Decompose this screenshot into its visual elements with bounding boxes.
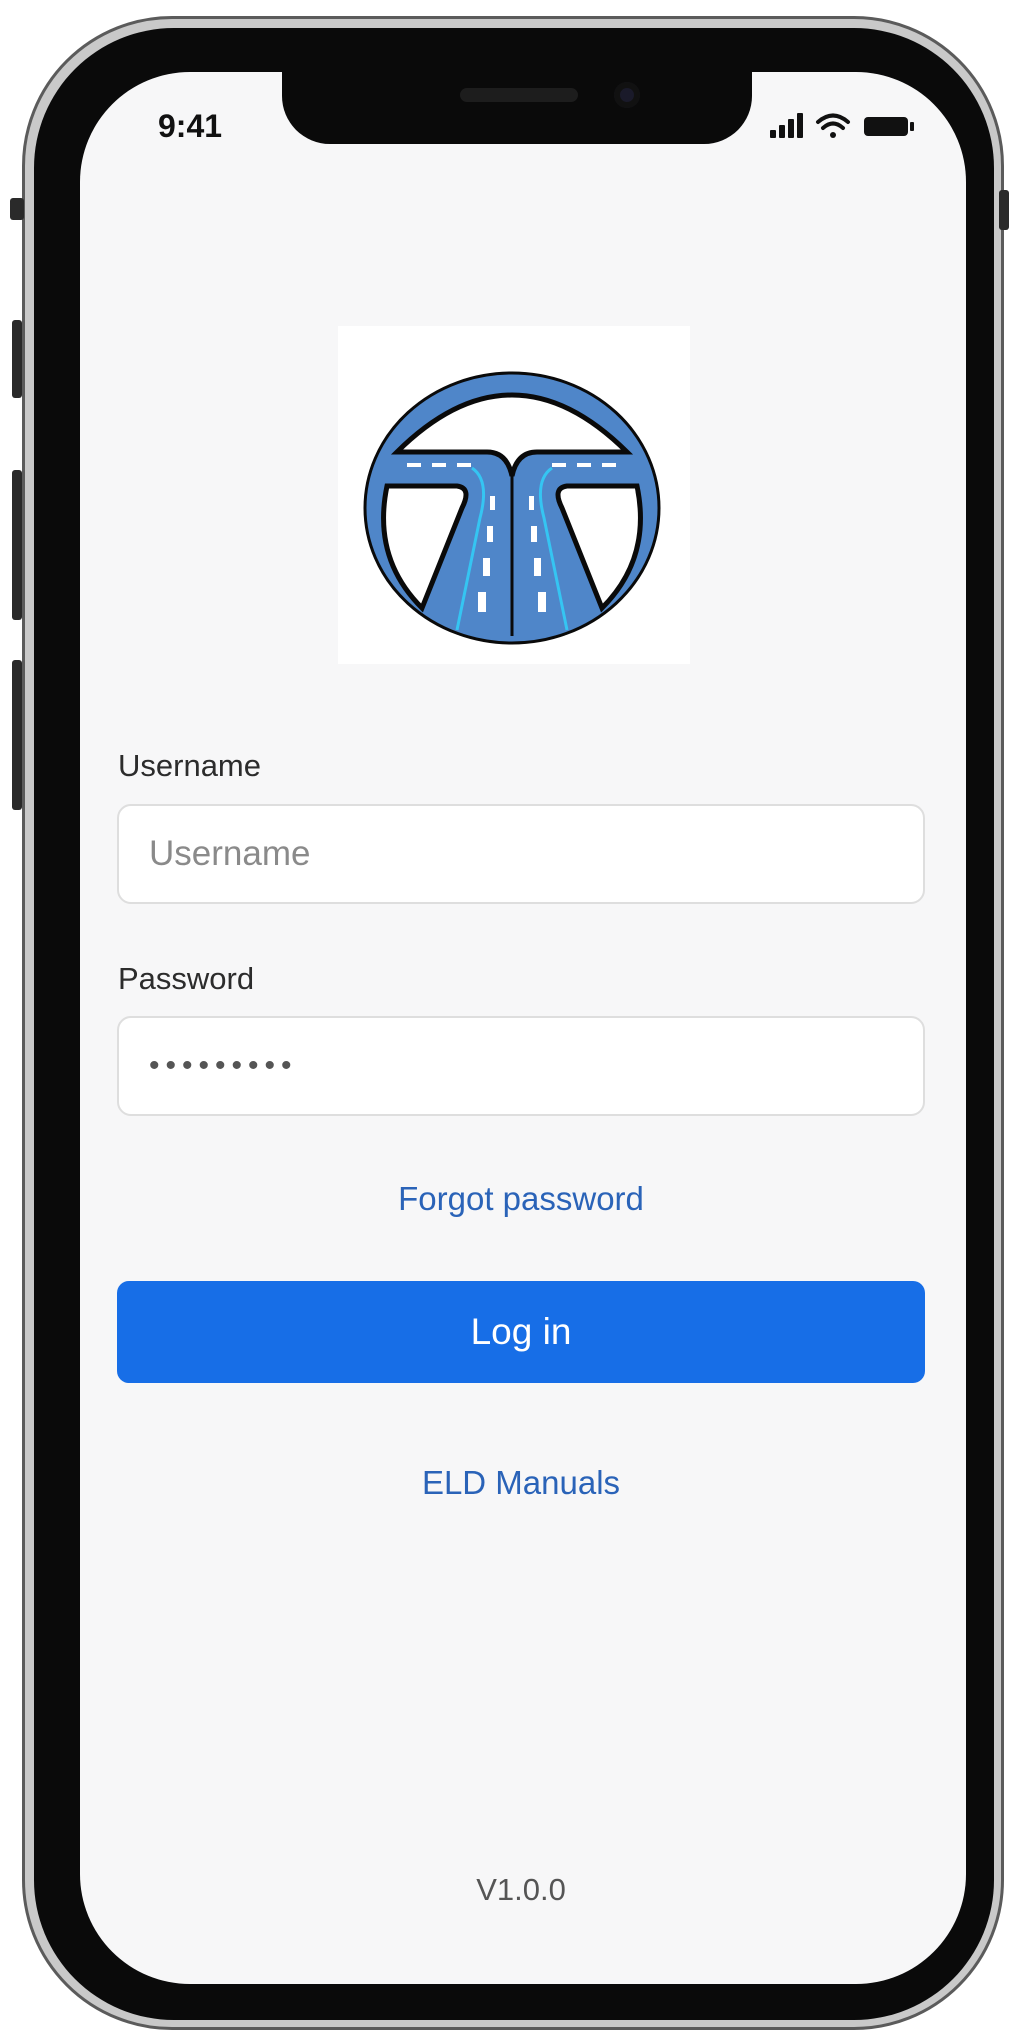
- username-label: Username: [118, 748, 261, 783]
- volume-up-button: [12, 320, 22, 398]
- battery-icon: [864, 117, 914, 136]
- login-button[interactable]: Log in: [117, 1281, 925, 1383]
- silent-switch: [10, 198, 24, 220]
- status-time: 9:41: [158, 108, 223, 144]
- password-input[interactable]: [117, 1016, 925, 1116]
- road-logo: [363, 371, 661, 645]
- forgot-password-link[interactable]: Forgot password: [117, 1180, 925, 1218]
- power-button: [999, 190, 1009, 230]
- status-icons: [768, 110, 928, 142]
- front-camera: [614, 82, 640, 108]
- cellular-signal-icon: [770, 113, 803, 138]
- wifi-icon: [816, 113, 850, 138]
- earpiece-speaker: [460, 88, 578, 102]
- app-version: V1.0.0: [476, 1872, 566, 1907]
- password-label: Password: [118, 961, 255, 996]
- username-input[interactable]: [117, 804, 925, 904]
- side-button: [12, 660, 22, 810]
- volume-down-button: [12, 470, 22, 620]
- eld-manuals-link[interactable]: ELD Manuals: [117, 1464, 925, 1502]
- notch: [282, 72, 752, 144]
